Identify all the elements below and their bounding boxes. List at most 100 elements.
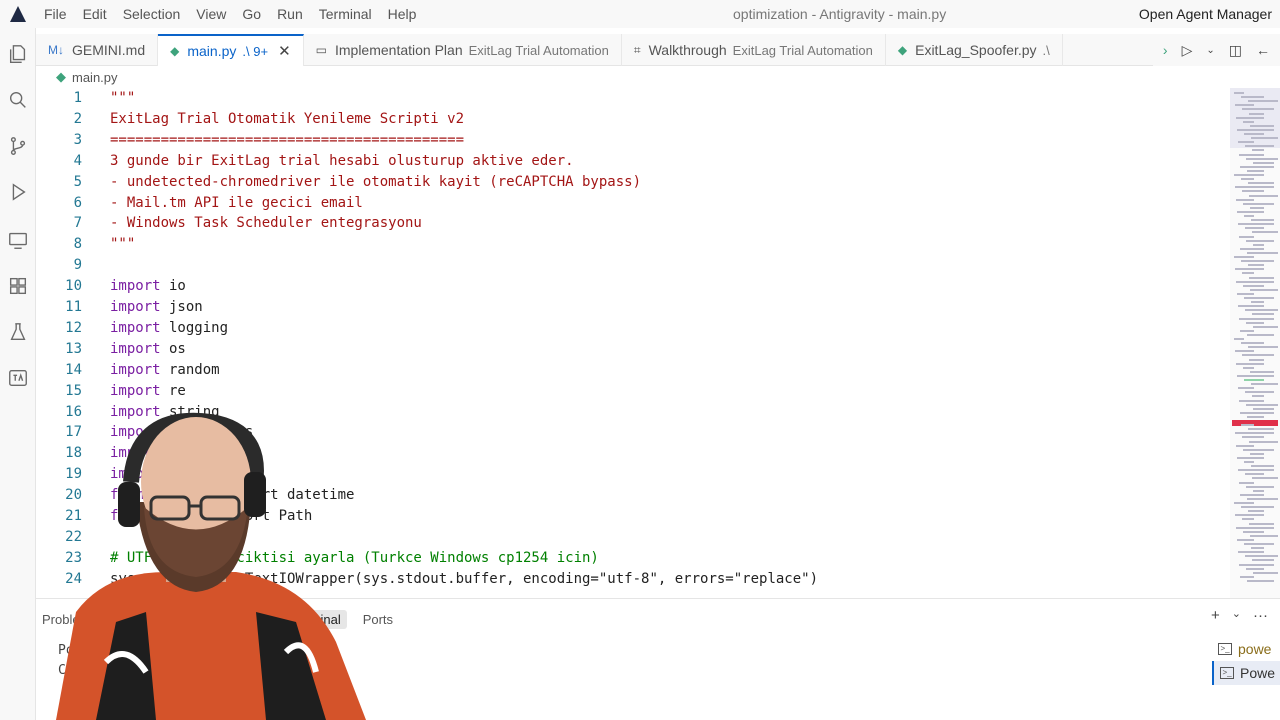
- panel-tab-debug-console[interactable]: Debug Console: [174, 610, 276, 629]
- menu-item-file[interactable]: File: [36, 0, 75, 28]
- code-line[interactable]: 20 from datetime import datetime: [36, 485, 1226, 506]
- minimap-line: [1250, 206, 1264, 209]
- close-icon[interactable]: ✕: [278, 42, 291, 60]
- activity-bar: [0, 28, 36, 720]
- minimap-line: [1253, 489, 1264, 492]
- code-line[interactable]: 12 import logging: [36, 318, 1226, 339]
- tab-walkthrough[interactable]: ⌗ Walkthrough ExitLag Trial Automation: [622, 34, 886, 66]
- terminal-instance[interactable]: >_ powe: [1212, 637, 1280, 661]
- extensions-icon[interactable]: [4, 272, 32, 300]
- minimap-line: [1242, 354, 1274, 357]
- minimap-line: [1239, 481, 1254, 484]
- terminal-instance-active[interactable]: >_ Powe: [1212, 661, 1280, 685]
- python-file-icon: ◆: [56, 69, 66, 84]
- split-editor-icon[interactable]: ◫: [1229, 42, 1242, 59]
- menu-item-view[interactable]: View: [188, 0, 234, 28]
- code-line[interactable]: 17 import subprocess: [36, 422, 1226, 443]
- breadcrumb[interactable]: ◆ main.py: [36, 66, 118, 88]
- menu-item-terminal[interactable]: Terminal: [311, 0, 380, 28]
- code-line[interactable]: 21 from pathlib import Path: [36, 506, 1226, 527]
- tab-gemini-md[interactable]: M↓ GEMINI.md: [36, 34, 159, 66]
- keyword: import: [110, 278, 161, 295]
- minimap[interactable]: [1230, 88, 1280, 598]
- code-line[interactable]: 2 ExitLag Trial Otomatik Yenileme Scripti…: [36, 109, 1226, 130]
- code-line[interactable]: 24 sys.stdout = io.TextIOWrapper(sys.stdo…: [36, 569, 1226, 590]
- code-line[interactable]: 5 - undetected-chromedriver ile otomatik …: [36, 172, 1226, 193]
- code-line[interactable]: 6 - Mail.tm API ile gecici email: [36, 193, 1226, 214]
- code-line[interactable]: 1 """: [36, 88, 1226, 109]
- code-rest: re: [160, 382, 186, 399]
- more-actions-icon[interactable]: ···: [1253, 607, 1268, 624]
- markdown-icon: M↓: [48, 43, 64, 57]
- tab-exitlag-spoofer[interactable]: ◆ ExitLag_Spoofer.py .\: [886, 34, 1063, 66]
- menu-item-help[interactable]: Help: [380, 0, 425, 28]
- code-line[interactable]: 22: [36, 527, 1226, 548]
- code-line[interactable]: 15 import re: [36, 381, 1226, 402]
- bottom-panel: Problems Output Debug Console Terminal Ports…: [36, 598, 1280, 720]
- new-terminal-icon[interactable]: +: [1211, 607, 1220, 624]
- code-rest: datetime import datetime: [143, 487, 355, 504]
- translate-icon[interactable]: [4, 364, 32, 392]
- source-control-icon[interactable]: [4, 132, 32, 160]
- minimap-line: [1238, 469, 1274, 472]
- search-icon[interactable]: [4, 86, 32, 114]
- chevron-down-icon[interactable]: ⌄: [1232, 607, 1241, 624]
- line-number: 19: [65, 466, 82, 483]
- panel-tab-output[interactable]: Output: [113, 610, 164, 629]
- code-line[interactable]: 13 import os: [36, 339, 1226, 360]
- menu-item-go[interactable]: Go: [234, 0, 269, 28]
- menu-item-edit[interactable]: Edit: [75, 0, 115, 28]
- line-number: 16: [65, 403, 82, 420]
- code-line[interactable]: 10 import io: [36, 276, 1226, 297]
- code-editor[interactable]: 1 """ 2 ExitLag Trial Otomatik Yenileme Scr…: [36, 88, 1230, 598]
- terminal-output-line: C: [58, 663, 66, 678]
- code-text: ExitLag Trial Otomatik Yenileme Scripti …: [110, 110, 465, 127]
- code-text: import re: [110, 381, 186, 402]
- panel-tab-terminal[interactable]: Terminal: [285, 609, 347, 629]
- code-line[interactable]: 19 import time: [36, 464, 1226, 485]
- explorer-icon[interactable]: [4, 40, 32, 68]
- run-debug-icon[interactable]: [4, 178, 32, 206]
- minimap-line: [1248, 182, 1274, 185]
- code-line[interactable]: 8 """: [36, 234, 1226, 255]
- minimap-line: [1243, 202, 1274, 205]
- panel-tab-bar: Problems Output Debug Console Terminal Ports: [36, 607, 409, 631]
- remote-explorer-icon[interactable]: [4, 226, 32, 254]
- arrow-left-icon[interactable]: ←: [1256, 42, 1270, 58]
- panel-tab-ports[interactable]: Ports: [357, 610, 399, 629]
- code-line[interactable]: 9: [36, 255, 1226, 276]
- tab-main-py[interactable]: ◆ main.py .\ 9+ ✕: [158, 34, 304, 66]
- editor-tab-bar: M↓ GEMINI.md ◆ main.py .\ 9+ ✕ ▭ Impleme…: [36, 34, 1280, 66]
- minimap-line: [1234, 174, 1264, 176]
- code-line[interactable]: 18 import sys: [36, 443, 1226, 464]
- run-icon[interactable]: ▷: [1182, 42, 1193, 59]
- panel-tab-problems[interactable]: Problems: [36, 610, 103, 629]
- minimap-line: [1235, 432, 1274, 435]
- code-line[interactable]: 3 =======================================…: [36, 130, 1226, 151]
- code-text: import time: [110, 464, 203, 485]
- tab-implementation-plan[interactable]: ▭ Implementation Plan ExitLag Trial Auto…: [304, 34, 622, 66]
- code-line[interactable]: 23 # UTF-8 konsol ciktisi ayarla (Turkce …: [36, 548, 1226, 569]
- code-line[interactable]: 11 import json: [36, 297, 1226, 318]
- minimap-line: [1244, 461, 1254, 463]
- code-line[interactable]: 16 import string: [36, 402, 1226, 423]
- code-line[interactable]: 14 import random: [36, 360, 1226, 381]
- minimap-line: [1234, 338, 1244, 340]
- code-text: - Mail.tm API ile gecici email: [110, 194, 363, 211]
- menu-item-selection[interactable]: Selection: [115, 0, 189, 28]
- code-line[interactable]: 4 3 gunde bir ExitLag trial hesabi olustu…: [36, 151, 1226, 172]
- testing-icon[interactable]: [4, 318, 32, 346]
- line-number: 17: [65, 424, 82, 441]
- chevron-down-icon[interactable]: ⌄: [1206, 45, 1214, 56]
- minimap-line: [1240, 247, 1264, 250]
- menu-item-run[interactable]: Run: [269, 0, 311, 28]
- chevron-right-icon[interactable]: ›: [1163, 42, 1168, 58]
- minimap-line: [1248, 510, 1264, 513]
- code-line[interactable]: 7 - Windows Task Scheduler entegrasyonu: [36, 213, 1226, 234]
- code-rest: io: [160, 278, 186, 295]
- breadcrumb-file[interactable]: main.py: [72, 70, 118, 85]
- minimap-line: [1242, 190, 1264, 193]
- minimap-line: [1250, 452, 1264, 455]
- line-number: 2: [73, 110, 82, 127]
- open-agent-manager-button[interactable]: Open Agent Manager: [1139, 0, 1272, 28]
